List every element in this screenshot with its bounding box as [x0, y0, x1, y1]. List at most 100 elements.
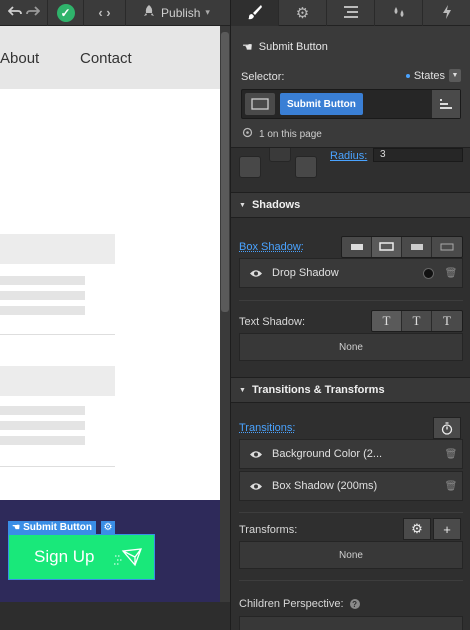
selected-element-header: ☚ Submit Button	[242, 40, 328, 54]
selected-element-name: Submit Button	[23, 522, 92, 533]
section-header-shadows[interactable]: ▼ Shadows	[231, 192, 470, 218]
state-indicator-dot	[405, 73, 410, 78]
eye-icon[interactable]	[240, 450, 272, 459]
shadow-preset-outer-button[interactable]	[342, 237, 372, 257]
divider-line	[0, 466, 115, 467]
trash-icon[interactable]: 🗑	[440, 449, 462, 460]
tab-settings[interactable]: ⚙	[279, 0, 327, 26]
box-shadow-label[interactable]: Box Shadow:	[239, 241, 304, 253]
page-canvas[interactable]: About Contact ☚ Submit Button ⚙ Sign Up	[0, 26, 220, 602]
paintbrush-icon	[247, 4, 263, 23]
panel-tabs: ⚙	[231, 0, 470, 26]
eye-icon[interactable]	[240, 269, 272, 278]
saved-status[interactable]: ✓	[48, 0, 84, 26]
chevron-down-icon: ▾	[205, 7, 210, 17]
selected-element-title: Submit Button	[258, 41, 328, 53]
gear-icon: ⚙	[295, 5, 310, 22]
placeholder-line	[0, 291, 85, 300]
box-shadow-item[interactable]: Drop Shadow 🗑	[239, 258, 463, 288]
selected-element-badge[interactable]: ☚ Submit Button	[8, 521, 96, 534]
radius-label[interactable]: Radius:	[330, 150, 367, 162]
divider	[239, 512, 463, 513]
help-icon[interactable]: ?	[349, 599, 360, 610]
border-radius-row: Radius: 3	[231, 140, 470, 188]
transitions-label[interactable]: Transitions:	[239, 422, 295, 434]
text-shadow-label: Text Shadow:	[239, 316, 306, 328]
class-token[interactable]: Submit Button	[280, 93, 363, 115]
paper-plane-icon	[114, 548, 142, 567]
trash-icon[interactable]: 🗑	[440, 268, 462, 279]
selector-panel: ☚ Submit Button Selector: States ▼ Submi…	[231, 26, 470, 148]
text-shadow-preset-1-button[interactable]: T	[372, 311, 402, 331]
caret-down-icon: ▼	[239, 386, 246, 394]
text-shadow-preset-2-button[interactable]: T	[402, 311, 432, 331]
add-transform-plus-icon[interactable]: +	[433, 518, 461, 540]
radius-corner-top-left-button[interactable]	[239, 156, 261, 178]
tab-interactions[interactable]	[423, 0, 470, 26]
usage-count-text: 1 on this page	[259, 128, 322, 140]
selector-field[interactable]: Submit Button	[241, 89, 461, 119]
transition-item[interactable]: Box Shadow (200ms) 🗑	[239, 471, 463, 501]
usage-count[interactable]: 1 on this page	[242, 127, 322, 141]
section-header-transitions[interactable]: ▼ Transitions & Transforms	[231, 377, 470, 403]
placeholder-heading-1	[0, 234, 115, 264]
tab-swatches[interactable]	[375, 0, 423, 26]
children-perspective-label: Children Perspective:	[239, 598, 344, 610]
shadow-preset-inner-button[interactable]	[402, 237, 432, 257]
shadow-color-swatch-icon[interactable]	[423, 267, 434, 279]
section-title-transitions: Transitions & Transforms	[251, 384, 385, 396]
box-shadow-item-label: Drop Shadow	[272, 267, 339, 279]
site-navbar: About Contact	[0, 26, 220, 89]
undo-redo-group	[0, 0, 48, 26]
nav-link-contact[interactable]: Contact	[80, 50, 132, 67]
undo-icon[interactable]	[7, 5, 22, 20]
radius-input[interactable]: 3	[373, 148, 463, 162]
code-brackets-icon: ‹ ›	[98, 5, 111, 20]
divider	[239, 300, 463, 301]
scrollbar-thumb[interactable]	[221, 32, 229, 312]
redo-icon[interactable]	[25, 5, 40, 20]
transition-item[interactable]: Background Color (2... 🗑	[239, 439, 463, 469]
placeholder-heading-2	[0, 366, 115, 396]
divider	[239, 580, 463, 581]
selector-label: Selector:	[241, 71, 285, 83]
drops-icon	[391, 5, 407, 22]
transform-settings-gear-icon[interactable]: ⚙	[403, 518, 431, 540]
placeholder-line	[0, 421, 85, 430]
box-shadow-presets	[341, 236, 463, 258]
trash-icon[interactable]: 🗑	[440, 481, 462, 492]
states-label: States	[413, 69, 445, 82]
signup-button[interactable]: Sign Up	[8, 534, 155, 580]
element-settings-gear-icon[interactable]: ⚙	[101, 521, 115, 534]
code-editor-button[interactable]: ‹ ›	[84, 0, 126, 26]
tab-navigator[interactable]	[327, 0, 375, 26]
target-icon	[242, 127, 253, 141]
children-perspective-input[interactable]	[239, 616, 463, 630]
publish-button[interactable]: Publish ▾	[126, 0, 226, 26]
states-dropdown[interactable]: States ▼	[405, 69, 461, 82]
navigator-lines-icon	[343, 5, 359, 22]
nav-link-about[interactable]: About	[0, 50, 39, 67]
add-transition-stopwatch-icon[interactable]	[433, 417, 461, 439]
text-shadow-value[interactable]: None	[239, 333, 463, 361]
selector-menu-icon[interactable]	[432, 90, 460, 118]
shadow-preset-flat-button[interactable]	[432, 237, 462, 257]
transition-item-label: Background Color (2...	[272, 448, 383, 460]
text-shadow-preset-3-button[interactable]: T	[432, 311, 462, 331]
children-perspective-row: Children Perspective:?	[239, 598, 360, 610]
hand-pointer-icon: ☚	[12, 522, 21, 532]
lightning-icon	[441, 4, 453, 23]
eye-icon[interactable]	[240, 482, 272, 491]
canvas-bottom-bar	[0, 602, 230, 630]
divider-line	[0, 334, 115, 335]
transforms-label: Transforms:	[239, 524, 298, 536]
radius-corner-bottom-left-button[interactable]	[295, 156, 317, 178]
hand-pointer-icon: ☚	[242, 40, 253, 54]
placeholder-line	[0, 276, 85, 285]
transition-item-label: Box Shadow (200ms)	[272, 480, 378, 492]
transforms-value[interactable]: None	[239, 541, 463, 569]
shadow-preset-drop-button[interactable]	[372, 237, 402, 257]
tab-style[interactable]	[231, 0, 279, 26]
canvas-scrollbar[interactable]	[220, 26, 230, 602]
chevron-down-icon: ▼	[449, 69, 461, 82]
